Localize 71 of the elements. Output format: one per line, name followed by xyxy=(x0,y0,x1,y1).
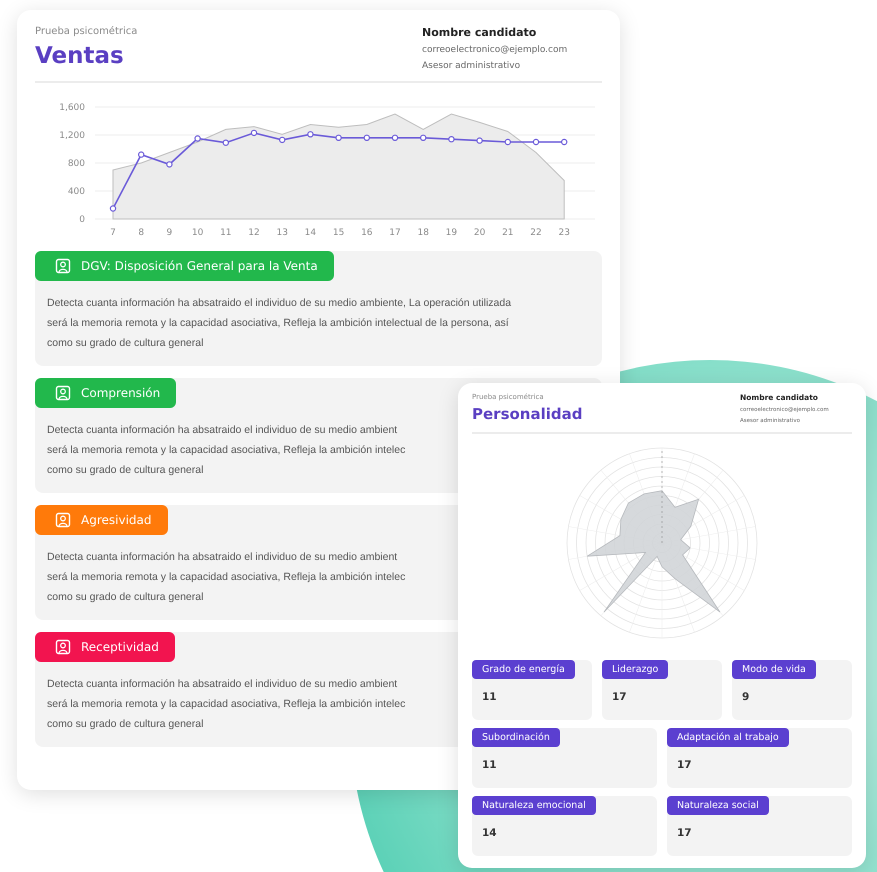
score-label: Adaptación al trabajo xyxy=(667,728,789,746)
point xyxy=(194,135,201,142)
trait-description: Detecta cuanta información ha absatraido el individuo de su medio ambient será la memoria remota y la capacidad asociativa, Refleja la ambición intelec como su grado de cultura general xyxy=(47,550,406,605)
x-tick-label: 10 xyxy=(192,228,204,238)
report-subtitle: Prueba psicométrica xyxy=(35,26,138,37)
candidate-role: Asesor administrativo xyxy=(422,61,522,71)
point xyxy=(138,151,144,158)
score-label: Subordinación xyxy=(472,728,560,746)
trait-description: Detecta cuanta información ha absatraido el individuo de su medio ambiente, La operación utilizada será la memoria remota y la capacidad asociativa, Refleja la ambición intelectual de la persona, así como su grado de cultura general xyxy=(47,296,512,351)
point xyxy=(110,205,116,212)
score-value: 14 xyxy=(482,826,497,838)
profile-icon xyxy=(55,385,71,401)
score-value: 9 xyxy=(742,690,750,702)
x-tick-label: 11 xyxy=(220,228,232,238)
x-tick-label: 17 xyxy=(389,228,401,238)
score-value: 17 xyxy=(612,690,627,702)
trait-description: Detecta cuanta información ha absatraido el individuo de su medio ambient será la memoria remota y la capacidad asociativa, Refleja la ambición intelec como su grado de cultura general xyxy=(47,423,406,478)
x-tick-label: 18 xyxy=(417,228,429,238)
point xyxy=(335,134,342,141)
point xyxy=(364,134,370,141)
candidate-name: Nombre candidato xyxy=(422,26,538,39)
x-tick-label: 22 xyxy=(530,228,542,238)
x-tick-label: 13 xyxy=(276,228,288,238)
point xyxy=(561,138,568,146)
report-title: Personalidad xyxy=(472,405,582,423)
x-tick-label: 8 xyxy=(138,228,144,238)
trait-name: Receptividad xyxy=(81,640,159,654)
score-value: 17 xyxy=(677,826,692,838)
x-tick-label: 21 xyxy=(502,228,514,238)
point xyxy=(448,136,455,142)
trait-name: Agresividad xyxy=(81,513,152,527)
score-value: 17 xyxy=(677,758,692,770)
x-tick-label: 12 xyxy=(248,228,260,238)
score-value: 11 xyxy=(482,758,497,770)
y-tick-label: 800 xyxy=(68,159,85,169)
x-tick-label: 19 xyxy=(446,228,458,238)
x-tick-label: 7 xyxy=(110,228,116,238)
point xyxy=(222,140,229,146)
score-value: 11 xyxy=(482,690,497,702)
candidate-email: correoelectronico@ejemplo.com xyxy=(422,45,568,55)
profile-icon xyxy=(55,639,71,655)
score-label: Modo de vida xyxy=(732,660,816,678)
score-label: Grado de energía xyxy=(472,660,575,678)
point xyxy=(279,136,286,144)
y-tick-label: 400 xyxy=(68,187,85,197)
x-tick-label: 20 xyxy=(474,228,486,238)
trait-name: DGV: Disposición General para la Venta xyxy=(81,259,318,273)
point xyxy=(250,130,258,136)
score-label: Naturaleza social xyxy=(667,796,769,814)
x-tick-label: 15 xyxy=(332,228,344,238)
point xyxy=(166,161,173,168)
score-label: Naturaleza emocional xyxy=(472,796,596,814)
y-tick-label: 0 xyxy=(79,215,85,225)
point xyxy=(504,138,511,146)
profile-icon xyxy=(55,258,71,274)
trait-description: Detecta cuanta información ha absatraido el individuo de su medio ambient será la memoria remota y la capacidad asociativa, Refleja la ambición intelec como su grado de cultura general xyxy=(47,677,406,732)
x-tick-label: 23 xyxy=(558,228,570,238)
x-tick-label: 16 xyxy=(361,228,373,238)
y-tick-label: 1,600 xyxy=(59,103,85,113)
point xyxy=(420,134,426,141)
score-label: Liderazgo xyxy=(602,660,668,678)
x-tick-label: 14 xyxy=(304,228,316,238)
report-title: Ventas xyxy=(35,43,125,69)
point xyxy=(392,134,398,141)
y-tick-label: 1,200 xyxy=(59,131,85,141)
trait-name: Comprensión xyxy=(81,386,160,400)
point xyxy=(532,138,540,146)
profile-icon xyxy=(55,512,71,528)
point xyxy=(307,131,314,138)
x-tick-label: 9 xyxy=(166,228,172,238)
point xyxy=(476,137,483,144)
